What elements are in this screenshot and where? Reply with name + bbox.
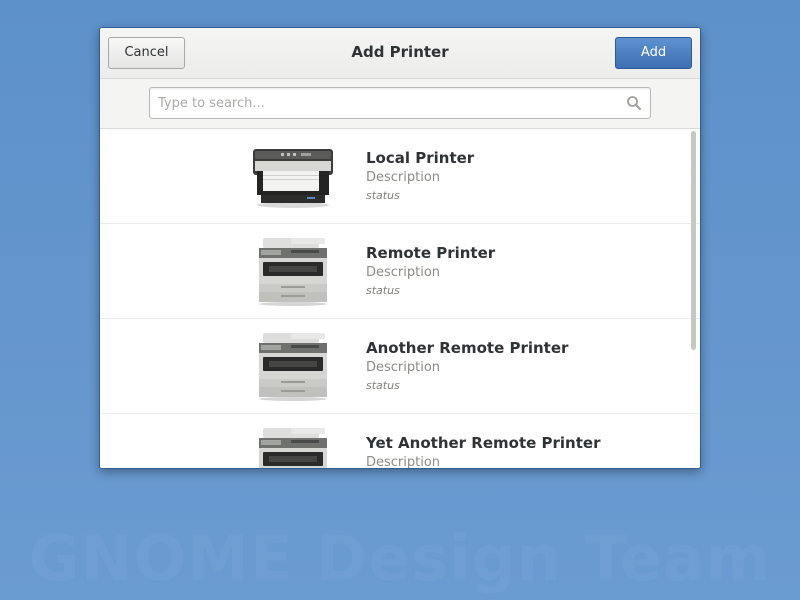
dialog-title: Add Printer (351, 43, 449, 61)
search-input[interactable] (150, 88, 618, 118)
printer-row-yet-another-remote[interactable]: Yet Another Remote Printer Description s… (100, 414, 700, 469)
printer-status: status (366, 284, 400, 297)
search-field[interactable] (149, 87, 651, 119)
printer-name: Local Printer (366, 149, 475, 167)
network-printer-icon (259, 333, 327, 401)
printer-status: status (366, 379, 400, 392)
scrollbar-thumb[interactable] (691, 131, 696, 350)
printer-description: Description (366, 455, 441, 469)
printer-name: Yet Another Remote Printer (366, 434, 601, 452)
printer-list[interactable]: Local Printer Description status Remote … (100, 129, 700, 469)
search-icon (627, 96, 642, 111)
printer-description: Description (366, 360, 441, 375)
add-button[interactable]: Add (615, 37, 692, 69)
printer-status: status (366, 189, 400, 202)
printer-row-another-remote[interactable]: Another Remote Printer Description statu… (100, 319, 700, 414)
printer-row-local[interactable]: Local Printer Description status (100, 129, 700, 224)
add-printer-dialog: Cancel Add Printer Add Type to search...… (99, 27, 701, 469)
search-bar (100, 79, 700, 129)
dialog-header: Cancel Add Printer Add (100, 28, 700, 79)
network-printer-icon (259, 238, 327, 306)
printer-row-remote[interactable]: Remote Printer Description status (100, 224, 700, 319)
printer-name: Remote Printer (366, 244, 496, 262)
local-printer-icon (253, 149, 333, 208)
printer-name: Another Remote Printer (366, 339, 569, 357)
printer-description: Description (366, 265, 441, 280)
printer-description: Description (366, 170, 441, 185)
watermark-text: GNOME Design Team (0, 522, 800, 595)
network-printer-icon (259, 428, 327, 468)
